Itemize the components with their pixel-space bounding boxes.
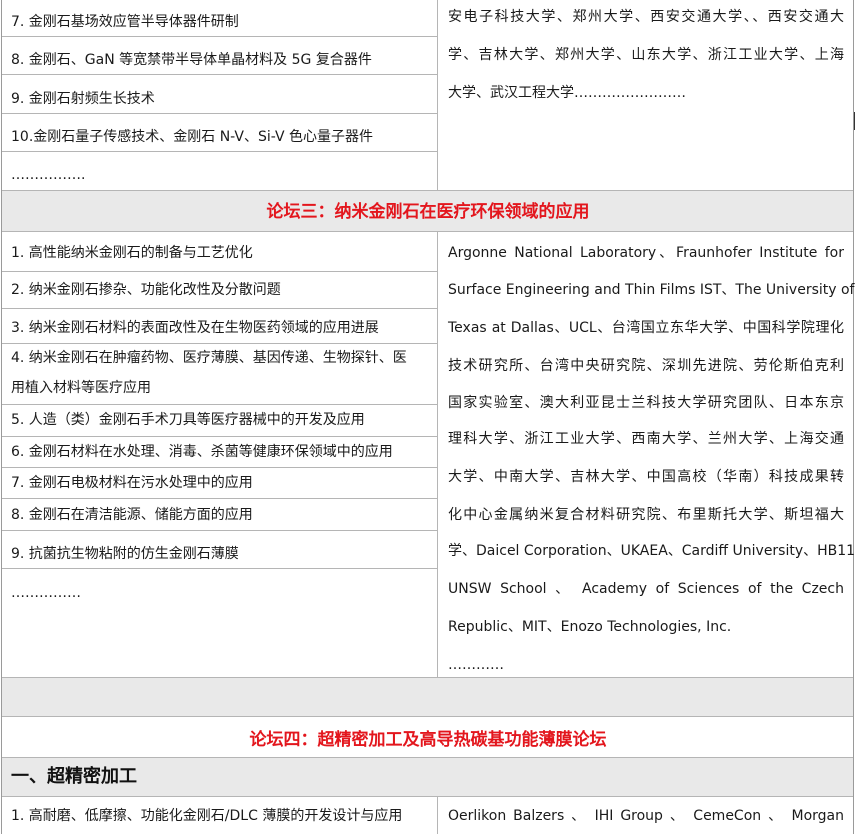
forum-title: 论坛四：超精密加工及高导热碳基功能薄膜论坛 [249,730,607,750]
row-divider [2,498,437,499]
list-item: …………… [11,585,81,601]
row-divider [2,151,437,152]
institution-line: 技术研究所、台湾中央研究院、深圳先进院、劳伦斯伯克利 [448,358,844,374]
institution-line: ………… [448,657,504,673]
list-item: 6. 金刚石材料在水处理、消毒、杀菌等健康环保领域中的应用 [11,444,393,460]
list-item: 9. 金刚石射频生长技术 [11,91,155,107]
list-item: 8. 金刚石在清洁能源、储能方面的应用 [11,507,253,523]
row-divider [2,231,853,232]
forum-title: 论坛三：纳米金刚石在医疗环保领域的应用 [266,202,590,222]
row-divider [2,343,437,344]
institution-line: 国家实验室、澳大利亚昆士兰科技大学研究团队、日本东京 [448,395,844,411]
text-cursor [854,112,855,130]
list-item: 用植入材料等医疗应用 [11,380,151,396]
row-divider [2,113,437,114]
row-divider [2,404,437,405]
list-item: 5. 人造（类）金刚石手术刀具等医疗器械中的开发及应用 [11,412,365,428]
list-item: 1. 高性能纳米金刚石的制备与工艺优化 [11,245,253,261]
institution-line: 学、吉林大学、郑州大学、山东大学、浙江工业大学、上海 [448,47,844,63]
institution-line: 大学、中南大学、吉林大学、中国高校（华南）科技成果转 [448,469,844,485]
institution-line: Texas at Dallas、UCL、台湾国立东华大学、中国科学院理化 [448,320,844,336]
spacer-band [2,678,853,716]
row-divider [2,530,437,531]
row-divider [2,716,853,717]
document-page: 7. 金刚石基场效应管半导体器件研制 8. 金刚石、GaN 等宽禁带半导体单晶材… [0,0,856,834]
list-item: 7. 金刚石电极材料在污水处理中的应用 [11,475,253,491]
institution-line: Oerlikon Balzers 、 IHI Group 、 CemeCon 、… [448,808,844,824]
list-item: 9. 抗菌抗生物粘附的仿生金刚石薄膜 [11,546,239,562]
row-divider [2,308,437,309]
institution-line: Argonne National Laboratory、Fraunhofer I… [448,245,844,261]
list-item: 3. 纳米金刚石材料的表面改性及在生物医药领域的应用进展 [11,320,379,336]
list-item: 4. 纳米金刚石在肿瘤药物、医疗薄膜、基因传递、生物探针、医 [11,350,407,366]
list-item: 1. 高耐磨、低摩擦、功能化金刚石/DLC 薄膜的开发设计与应用 [11,808,403,824]
column-divider [437,231,438,677]
row-divider [2,436,437,437]
row-divider [2,74,437,75]
institution-line: 学、Daicel Corporation、UKAEA、Cardiff Unive… [448,543,856,559]
list-item: ……………. [11,167,86,183]
institution-line: 大学、武汉工程大学…………………… [448,85,686,101]
section-heading: 一、超精密加工 [11,766,137,787]
list-item: 8. 金刚石、GaN 等宽禁带半导体单晶材料及 5G 复合器件 [11,52,372,68]
institution-line: UNSW School 、 Academy of Sciences of the… [448,581,844,597]
row-divider [2,271,437,272]
institution-line: 化中心金属纳米复合材料研究院、布里斯托大学、斯坦福大 [448,507,844,523]
institution-line: 理科大学、浙江工业大学、西南大学、兰州大学、上海交通 [448,431,844,447]
list-item: 2. 纳米金刚石掺杂、功能化改性及分散问题 [11,282,281,298]
list-item: 10.金刚石量子传感技术、金刚石 N-V、Si-V 色心量子器件 [11,129,374,145]
row-divider [2,36,437,37]
row-divider [2,796,853,797]
row-divider [2,467,437,468]
institution-line: 安电子科技大学、郑州大学、西安交通大学、、西安交通大 [448,9,844,25]
institution-line: Republic、MIT、Enozo Technologies, Inc. [448,619,732,635]
column-divider [437,796,438,834]
row-divider [2,568,437,569]
column-divider [437,0,438,190]
list-item: 7. 金刚石基场效应管半导体器件研制 [11,14,239,30]
institution-line: Surface Engineering and Thin Films IST、T… [448,282,855,298]
